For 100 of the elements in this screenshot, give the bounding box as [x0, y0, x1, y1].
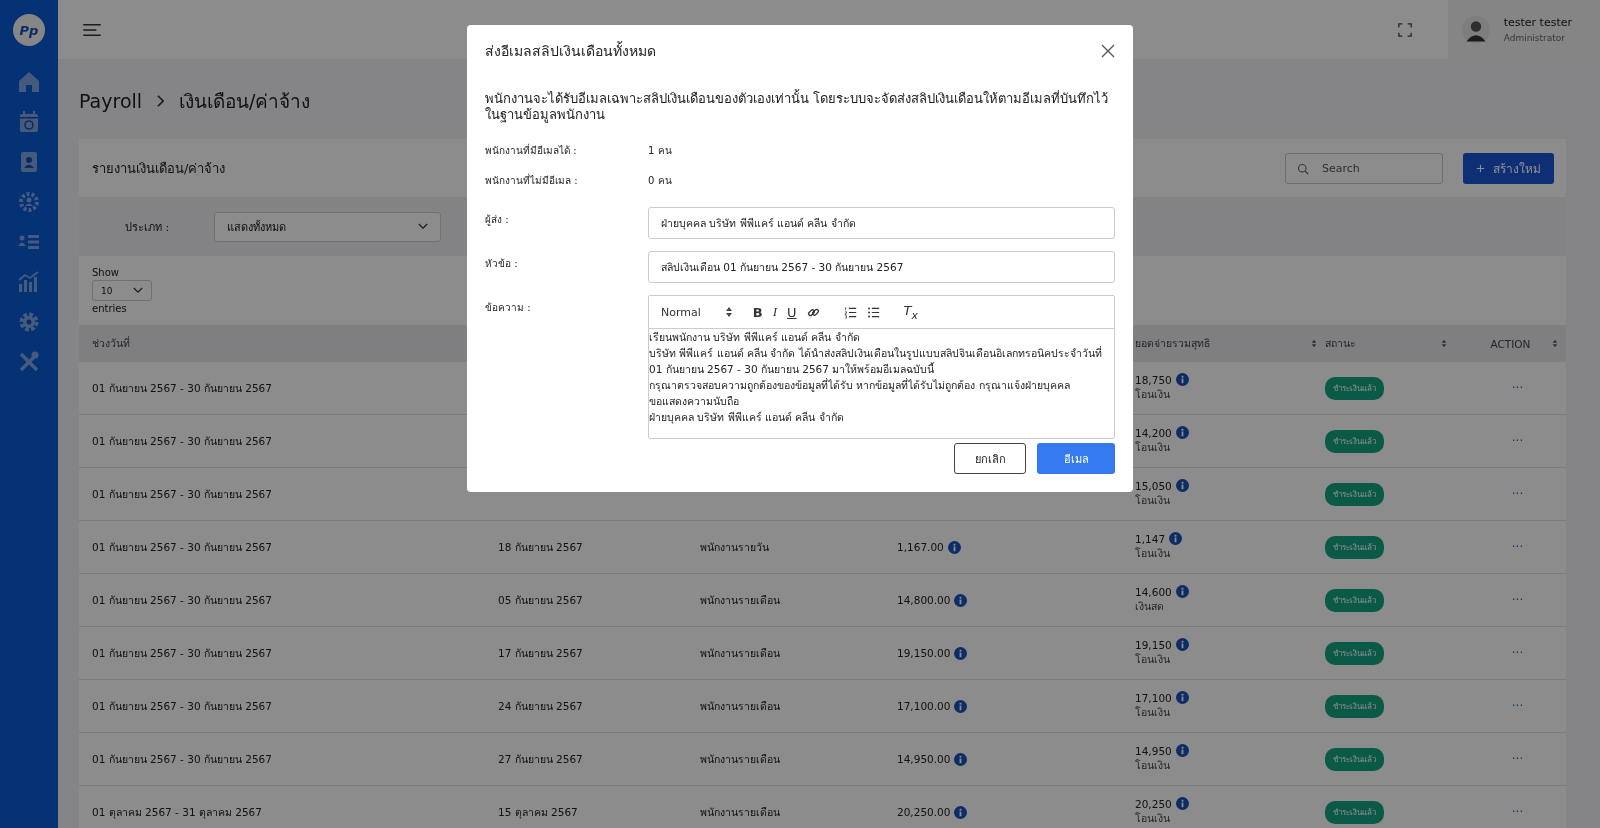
table-cell: 19,150 [1135, 638, 1172, 651]
close-button[interactable] [1101, 44, 1115, 58]
info-icon[interactable] [1175, 479, 1189, 492]
payment-method: โอนเงิน [1135, 440, 1170, 455]
message-line: กรุณาตรวจสอบความถูกต้องของข้อมูลที่ได้รับ หากข้อมูลที่ได้รับไม่ถูกต้อง กรุณาแจ้งฝ่ายบุคคล [649, 377, 1071, 393]
column-header[interactable]: ACTION [1476, 337, 1531, 350]
payment-method: เงินสด [1135, 599, 1164, 614]
card-title: รายงานเงินเดือน/ค่าจ้าง [92, 159, 226, 178]
info-icon[interactable] [954, 752, 968, 766]
table-cell: 17,100.00 [897, 700, 951, 712]
status-badge: ชำระเงินแล้ว [1325, 376, 1384, 400]
search-field[interactable]: Search [1285, 152, 1443, 184]
more-button[interactable]: ··· [1511, 381, 1524, 395]
message-line: ฝ่ายบุคคล บริษัท พีพีแคร์ แอนด์ คลีน จำกัด [649, 410, 845, 425]
payment-method: โอนเงิน [1135, 705, 1170, 720]
table-cell: 17,100 [1135, 691, 1172, 704]
more-button[interactable]: ··· [1511, 593, 1524, 607]
more-button[interactable]: ··· [1511, 434, 1524, 448]
column-header[interactable]: สถานะ [1325, 335, 1356, 352]
field-label: หัวข้อ : [485, 257, 519, 271]
info-icon[interactable] [1175, 691, 1189, 704]
underline-button[interactable]: U [787, 304, 797, 320]
info-icon[interactable] [954, 805, 968, 819]
column-header[interactable]: ยอดจ่ายรวมสุทธิ [1135, 335, 1210, 352]
info-icon[interactable] [1175, 797, 1189, 810]
message-editor[interactable] [648, 295, 1115, 439]
table-cell: 14,950.00 [897, 753, 951, 765]
payment-method: โอนเงิน [1135, 652, 1170, 667]
type-select[interactable]: แสดงทั้งหมด [214, 211, 441, 242]
breadcrumb-item: เงินเดือน/ค่าจ้าง [179, 89, 311, 114]
info-icon[interactable] [954, 646, 968, 660]
ordered-list-icon[interactable] [843, 305, 857, 319]
message-line: บริษัท พีพีแคร์ แอนด์ คลีน จำกัด ได้นำส่งสลิปเงินเดือนในรูปแบบสลิปจินเดือนอิเลกทรอนิคประจำวันที่ 01 กันยายน 2567 - 30 กันยายน 2567 มาให้พร้อมอีเมลฉบับนี้ [649, 345, 1103, 377]
table-cell-text: 01 ตุลาคม 2567 - 31 ตุลาคม 2567 [92, 804, 262, 821]
table-cell-text: พนักงานรายเดือน [700, 698, 780, 714]
table-cell: 20,250.00 [897, 806, 951, 818]
table-cell-text: 18 กันยายน 2567 [498, 539, 583, 555]
sort-icon[interactable] [1441, 339, 1447, 348]
plus-icon [1476, 163, 1485, 173]
sort-icon[interactable] [1311, 339, 1317, 348]
user-role: Administrator [1503, 33, 1567, 43]
info-icon[interactable] [954, 699, 968, 713]
info-icon[interactable] [1175, 426, 1189, 439]
logo[interactable]: Pp [13, 14, 45, 46]
table-cell: 14,950 [1135, 744, 1172, 757]
status-badge: ชำระเงินแล้ว [1325, 482, 1384, 506]
table-cell-text: 01 กันยายน 2567 - 30 กันยายน 2567 [92, 645, 272, 661]
column-header: ช่วงวันที่ [92, 335, 130, 351]
table-cell-text: พนักงานรายเดือน [700, 804, 780, 820]
cancel-button[interactable]: ยกเลิก [954, 443, 1026, 474]
user-name: tester tester [1503, 16, 1572, 29]
menu-icon[interactable] [82, 22, 102, 37]
input-field[interactable]: ฝ่ายบุคคล บริษัท พีพีแคร์ แอนด์ คลีน จำกัด [648, 207, 1115, 239]
field-label: พนักงานที่มีอีเมลได้ : [485, 142, 578, 158]
more-button[interactable]: ··· [1511, 805, 1524, 819]
table-cell: 19,150.00 [897, 647, 951, 659]
clear-format-button[interactable]: T$_{x}$ [903, 302, 918, 322]
italic-button[interactable]: I [772, 304, 778, 320]
info-icon[interactable] [1175, 585, 1189, 598]
dialog-description: พนักงานจะได้รับอีเมลเฉพาะสลิปเงินเดือนของตัวเองเท่านั้น โดยระบบจะจัดส่งสลิปเงินเดือนให้ตามอีเมลที่บันทึกไว้ในฐานข้อมูลพนักงาน [485, 91, 1110, 123]
dialog-title: ส่งอีเมลสลิปเงินเดือนทั้งหมด [485, 40, 656, 61]
create-button[interactable]: สร้างใหม่ [1463, 152, 1554, 184]
info-icon[interactable] [1175, 638, 1189, 651]
more-button[interactable]: ··· [1511, 699, 1524, 713]
status-badge: ชำระเงินแล้ว [1325, 588, 1384, 612]
format-select[interactable]: Normal [661, 305, 733, 319]
field-value: 0 คน [648, 173, 672, 188]
table-cell-text: 01 กันยายน 2567 - 30 กันยายน 2567 [92, 433, 272, 449]
table-cell-text: 24 กันยายน 2567 [498, 698, 583, 714]
table-cell: 1,147 [1135, 532, 1166, 545]
table-cell-text: 01 กันยายน 2567 - 30 กันยายน 2567 [92, 592, 272, 608]
bullet-list-icon[interactable] [866, 305, 880, 319]
table-cell: 14,200 [1135, 426, 1172, 439]
show-label: Show [92, 267, 119, 278]
more-button[interactable]: ··· [1511, 646, 1524, 660]
more-button[interactable]: ··· [1511, 487, 1524, 501]
send-email-button[interactable]: อีเมล [1037, 443, 1115, 474]
info-icon[interactable] [1175, 744, 1189, 757]
input-field[interactable]: สลิปเงินเดือน 01 กันยายน 2567 - 30 กันยายน 2567 [648, 251, 1115, 283]
table-cell: 14,800.00 [897, 594, 951, 606]
filter-label: ประเภท : [125, 219, 171, 236]
table-cell-text: พนักงานรายวัน [700, 539, 769, 555]
breadcrumb-item[interactable]: Payroll [79, 90, 143, 112]
sort-icon[interactable] [1552, 339, 1558, 348]
info-icon[interactable] [1169, 532, 1183, 545]
table-cell-text: 01 กันยายน 2567 - 30 กันยายน 2567 [92, 698, 272, 714]
field-label: ข้อความ : [485, 301, 532, 315]
fullscreen-icon[interactable] [1397, 22, 1412, 37]
payment-method: โอนเงิน [1135, 811, 1170, 826]
table-cell: 1,167.00 [897, 541, 944, 553]
table-cell-text: 05 กันยายน 2567 [498, 592, 583, 608]
bold-button[interactable]: B [752, 304, 763, 320]
entries-select[interactable]: 10 [92, 280, 152, 301]
info-icon[interactable] [954, 593, 968, 607]
more-button[interactable]: ··· [1511, 752, 1524, 766]
more-button[interactable]: ··· [1511, 540, 1524, 554]
info-icon[interactable] [1175, 373, 1189, 386]
info-icon[interactable] [947, 540, 961, 554]
user-menu[interactable]: tester tester Administrator [1447, 0, 1600, 59]
payment-method: โอนเงิน [1135, 387, 1170, 402]
